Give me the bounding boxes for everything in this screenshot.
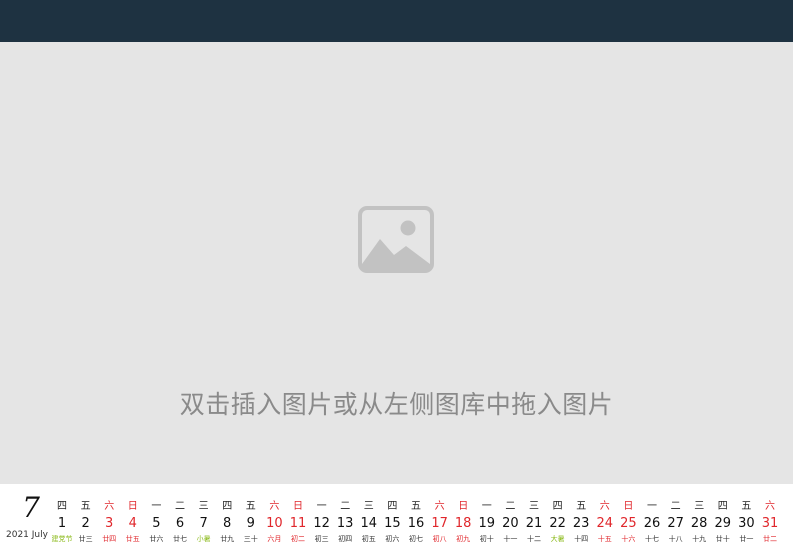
day-number: 12 xyxy=(313,516,330,531)
day-number: 30 xyxy=(738,516,755,531)
weekday-label: 日 xyxy=(127,501,138,512)
lunar-date: 十一 xyxy=(503,535,518,543)
weekday-label: 二 xyxy=(505,501,516,512)
month-number: 7 xyxy=(22,491,40,524)
weekday-label: 一 xyxy=(481,501,492,512)
day-number: 11 xyxy=(289,516,307,531)
weekday-label: 五 xyxy=(245,501,256,512)
weekday-label: 日 xyxy=(623,501,634,512)
day-number: 5 xyxy=(152,516,161,531)
day-number: 13 xyxy=(336,516,354,531)
lunar-date: 廿一 xyxy=(739,535,754,543)
weekday-label: 五 xyxy=(741,501,752,512)
lunar-date: 廿二 xyxy=(763,535,777,543)
day-number: 28 xyxy=(690,516,708,531)
weekday-label: 二 xyxy=(340,501,351,512)
lunar-date: 初十 xyxy=(479,535,494,543)
day-number: 26 xyxy=(643,516,661,531)
top-bar xyxy=(0,0,793,42)
lunar-date: 初九 xyxy=(456,535,471,543)
lunar-date: 十七 xyxy=(645,535,659,543)
day-number: 27 xyxy=(667,516,684,531)
weekday-label: 日 xyxy=(293,501,303,512)
placeholder-hint-text: 双击插入图片或从左侧图库中拖入图片 xyxy=(179,390,614,419)
weekday-label: 三 xyxy=(198,501,209,512)
lunar-date: 初三 xyxy=(314,535,329,543)
day-number: 1 xyxy=(57,516,67,531)
day-number: 8 xyxy=(223,516,232,531)
lunar-date: 廿三 xyxy=(78,535,93,543)
day-number: 31 xyxy=(761,516,779,531)
day-number: 22 xyxy=(549,516,566,531)
lunar-date: 三十 xyxy=(243,535,258,543)
lunar-date: 初六 xyxy=(385,535,400,543)
lunar-date: 十二 xyxy=(527,535,541,543)
day-number: 17 xyxy=(431,516,448,531)
day-number: 25 xyxy=(620,516,637,531)
day-number: 24 xyxy=(596,516,614,531)
image-icon xyxy=(358,206,434,273)
day-number: 20 xyxy=(502,516,519,531)
lunar-date: 廿十 xyxy=(715,535,730,543)
day-number: 15 xyxy=(384,516,401,531)
day-number: 9 xyxy=(246,516,255,531)
day-number: 7 xyxy=(199,516,208,531)
weekday-label: 日 xyxy=(458,501,469,512)
lunar-date: 初二 xyxy=(291,535,305,543)
day-number: 16 xyxy=(407,516,425,531)
day-number: 10 xyxy=(266,516,283,531)
weekday-label: 六 xyxy=(599,501,610,512)
lunar-date: 小暑 xyxy=(196,535,211,543)
day-number: 23 xyxy=(572,516,590,531)
weekday-label: 五 xyxy=(80,501,91,512)
day-number: 6 xyxy=(175,516,185,531)
weekday-label: 一 xyxy=(647,501,657,512)
lunar-date: 建党节 xyxy=(51,535,73,543)
day-number: 21 xyxy=(525,516,543,531)
lunar-date: 初八 xyxy=(432,535,447,543)
weekday-label: 一 xyxy=(151,501,162,512)
image-placeholder[interactable]: 双击插入图片或从左侧图库中拖入图片 xyxy=(0,42,793,484)
lunar-date: 廿六 xyxy=(149,535,164,543)
weekday-label: 一 xyxy=(316,501,327,512)
lunar-date: 初四 xyxy=(338,535,353,543)
weekday-label: 三 xyxy=(363,501,374,512)
weekday-label: 二 xyxy=(175,501,185,512)
weekday-label: 六 xyxy=(765,501,775,512)
lunar-date: 廿九 xyxy=(220,535,235,543)
day-number: 29 xyxy=(714,516,732,531)
lunar-date: 十六 xyxy=(621,535,636,543)
day-number: 18 xyxy=(454,516,472,531)
weekday-label: 六 xyxy=(104,501,115,512)
lunar-date: 十五 xyxy=(597,535,612,543)
day-number: 3 xyxy=(105,516,114,531)
lunar-date: 廿七 xyxy=(173,535,187,543)
weekday-label: 四 xyxy=(222,501,233,512)
day-number: 14 xyxy=(360,516,378,531)
lunar-date: 初五 xyxy=(361,535,376,543)
weekday-label: 六 xyxy=(434,501,445,512)
weekday-label: 四 xyxy=(717,501,728,512)
weekday-label: 三 xyxy=(694,501,705,512)
weekday-label: 六 xyxy=(269,501,280,512)
month-label: 2021 July xyxy=(6,530,48,540)
lunar-date: 大暑 xyxy=(550,535,565,543)
weekday-label: 五 xyxy=(411,501,421,512)
lunar-date: 廿四 xyxy=(102,535,117,543)
day-number: 2 xyxy=(81,516,90,531)
day-number: 4 xyxy=(128,516,137,531)
weekday-label: 三 xyxy=(529,501,539,512)
lunar-date: 廿五 xyxy=(125,535,140,543)
weekday-label: 四 xyxy=(387,501,398,512)
weekday-label: 四 xyxy=(552,501,563,512)
day-number: 19 xyxy=(478,516,496,531)
lunar-date: 初七 xyxy=(409,535,423,543)
lunar-date: 六月 xyxy=(267,535,282,543)
lunar-date: 十九 xyxy=(692,535,707,543)
lunar-date: 十八 xyxy=(668,535,683,543)
weekday-label: 五 xyxy=(576,501,587,512)
weekday-label: 四 xyxy=(57,501,67,512)
weekday-label: 二 xyxy=(670,501,681,512)
lunar-date: 十四 xyxy=(574,535,589,543)
